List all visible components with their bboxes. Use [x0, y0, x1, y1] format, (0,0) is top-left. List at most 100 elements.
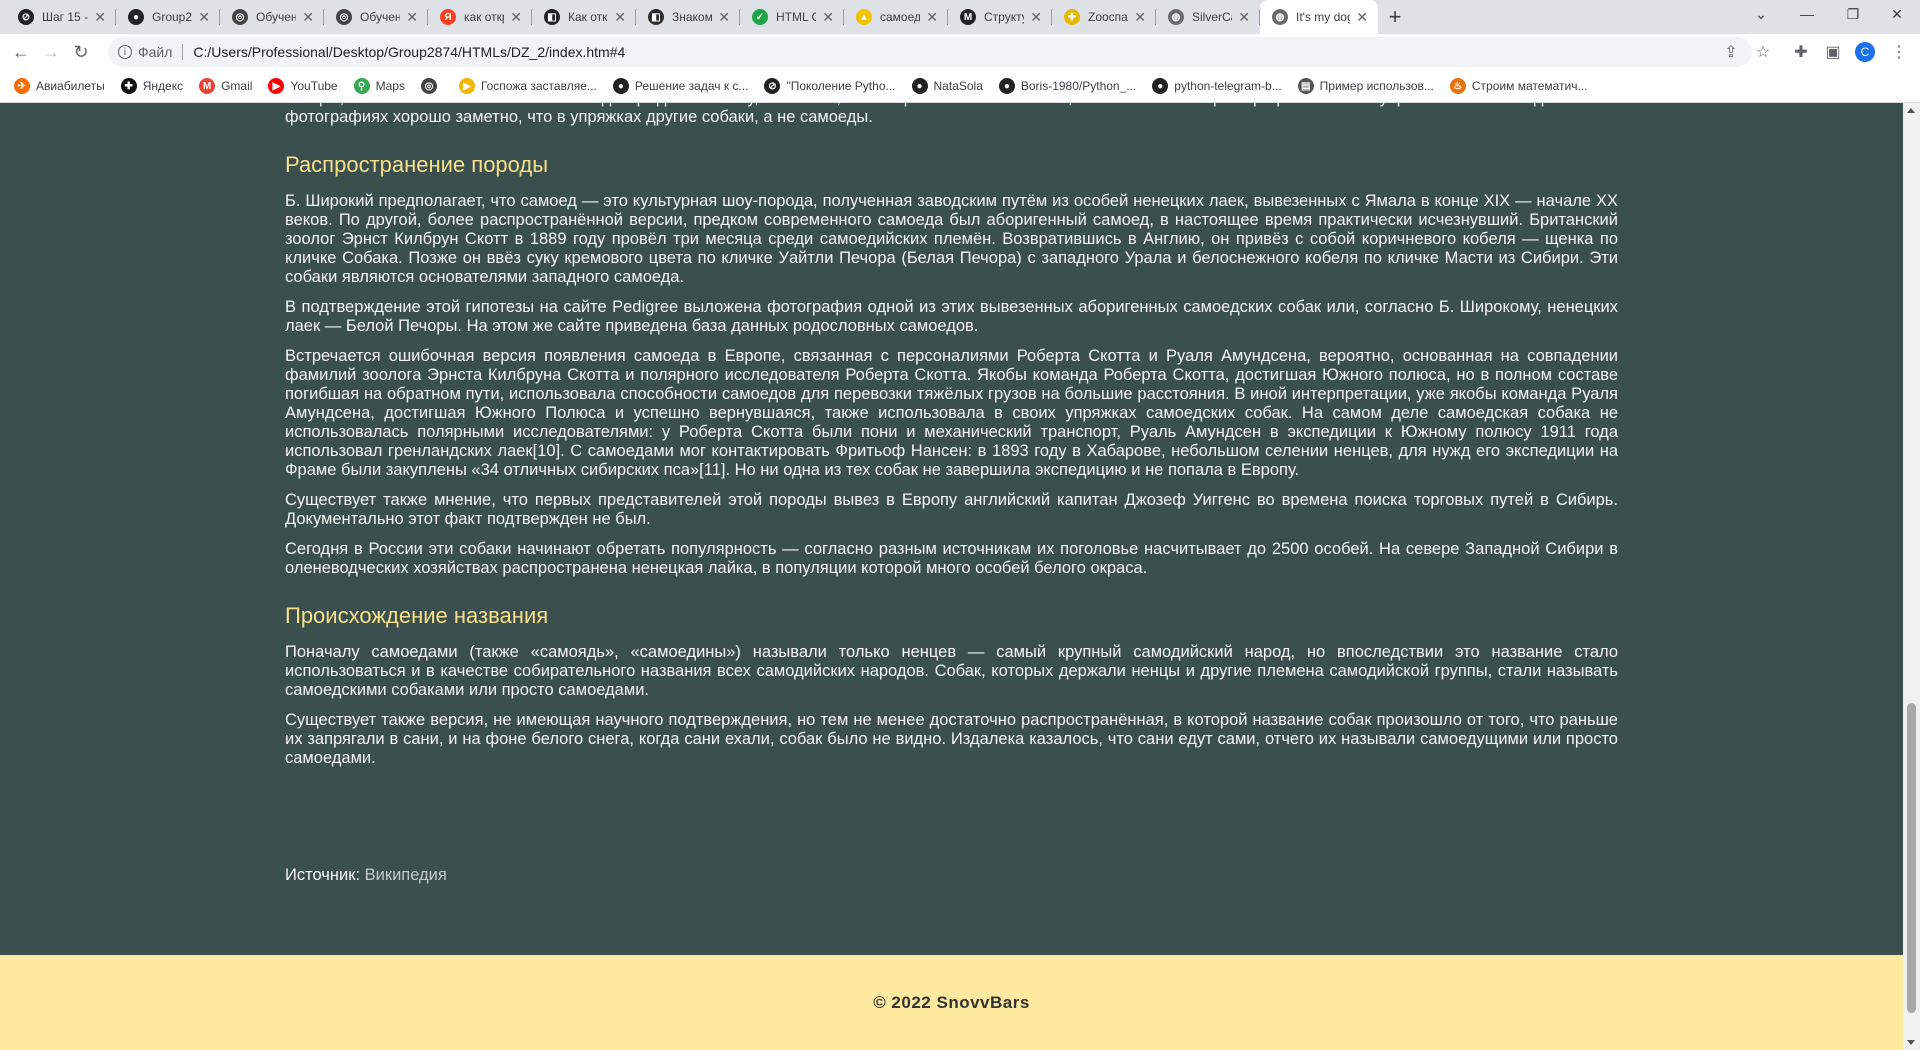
tab-title: Обучение	[360, 10, 401, 24]
side-panel-icon[interactable]: ▣	[1818, 34, 1848, 70]
bookmark-item-8[interactable]: ● Решение задач к с...	[605, 78, 757, 94]
menu-kebab-icon[interactable]: ⋮	[1884, 34, 1914, 70]
github-icon: ●	[612, 78, 629, 94]
site-icon: ◧	[544, 9, 560, 25]
scrollbar-thumb[interactable]	[1907, 703, 1916, 1013]
tab-title: Group2874	[152, 10, 193, 24]
close-tab-icon[interactable]: ✕	[822, 9, 834, 26]
bookmark-item-3[interactable]: M Gmail	[191, 78, 260, 94]
bookmark-item-13[interactable]: ▤ Пример использов...	[1290, 78, 1442, 94]
tab-title: HTML CSS	[776, 10, 817, 24]
play-icon: ▶	[458, 78, 475, 94]
globe-icon: ◍	[1272, 9, 1288, 25]
back-arrow-icon[interactable]: ←	[6, 37, 36, 67]
bookmark-item-2[interactable]: ✚ Яндекс	[113, 78, 191, 94]
bookmark-item-10[interactable]: ● NataSola	[904, 78, 991, 94]
footer-copyright: © 2022 SnovvBars	[873, 992, 1030, 1012]
close-tab-icon[interactable]: ✕	[302, 9, 314, 26]
bookmark-label: Яндекс	[142, 79, 184, 93]
forward-arrow-icon[interactable]: →	[36, 37, 66, 67]
reload-icon[interactable]: ↻	[66, 37, 96, 67]
browser-tab-2[interactable]: ● Group2874 ✕	[116, 0, 220, 34]
bookmark-item-6[interactable]: ◎	[413, 78, 451, 94]
minimize-button[interactable]: —	[1784, 0, 1830, 28]
source-link[interactable]: Википедия	[365, 866, 447, 884]
paragraph-spread-2: В подтверждение этой гипотезы на сайте P…	[285, 298, 1618, 335]
tab-strip: ⊘ Шаг 15 - Ло ✕ ● Group2874 ✕ ◎ Обучение ✕ ◎ Обуче…	[0, 0, 1920, 34]
browser-tab-13[interactable]: ◍ It's my dog ✕	[1260, 0, 1378, 34]
browser-tab-1[interactable]: ⊘ Шаг 15 - Ло ✕	[6, 0, 116, 34]
yandex-icon: Я	[440, 9, 456, 25]
url-text[interactable]: C:/Users/Professional/Desktop/Group2874/…	[193, 44, 625, 60]
bookmark-item-14[interactable]: ♨ Строим математич...	[1442, 78, 1596, 94]
bookmark-item-9[interactable]: ⊘ "Поколение Pytho...	[756, 78, 903, 94]
paragraph-spread-1: Б. Широкий предполагает, что самоед — эт…	[285, 192, 1618, 286]
paragraph-spread-3: Встречается ошибочная версия появления с…	[285, 347, 1618, 479]
browser-tab-7[interactable]: ◧ Знакомств ✕	[636, 0, 740, 34]
share-icon[interactable]: ⇪	[1716, 34, 1746, 70]
browser-tab-9[interactable]: ▲ самоед: 3 ✕	[844, 0, 948, 34]
tab-search-icon[interactable]: ⌄	[1738, 0, 1784, 28]
bookmark-item-5[interactable]: ⚲ Maps	[346, 78, 413, 94]
scheme-label: Файл	[138, 44, 173, 60]
browser-tab-8[interactable]: ✓ HTML CSS ✕	[740, 0, 844, 34]
close-tab-icon[interactable]: ✕	[94, 9, 106, 26]
close-tab-icon[interactable]: ✕	[614, 9, 626, 26]
browser-tab-12[interactable]: ◍ SilverCarus ✕	[1156, 0, 1260, 34]
globe-icon: ◍	[1168, 9, 1184, 25]
profile-avatar[interactable]: C	[1850, 34, 1880, 70]
bookmark-label: Boris-1980/Python_...	[1020, 79, 1137, 93]
image-icon: ▲	[856, 9, 872, 25]
github-icon: ●	[911, 78, 928, 94]
paragraph-spread-5: Сегодня в России эти собаки начинают обр…	[285, 540, 1618, 577]
bookmark-label: Авиабилеты	[36, 79, 105, 93]
close-tab-icon[interactable]: ✕	[1356, 9, 1368, 26]
browser-tab-4[interactable]: ◎ Обучение ✕	[324, 0, 428, 34]
close-tab-icon[interactable]: ✕	[510, 9, 522, 26]
bookmark-item-4[interactable]: ▶ YouTube	[260, 78, 345, 94]
bookmark-label: Госпожа заставляе...	[480, 79, 597, 93]
source-label: Источник:	[285, 866, 361, 884]
bookmark-label: YouTube	[290, 79, 338, 93]
youtube-icon: ▶	[268, 78, 285, 94]
bookmark-label: NataSola	[933, 79, 983, 93]
tab-title: Знакомств	[672, 10, 713, 24]
browser-tab-11[interactable]: ✚ Zooспас - ✕	[1052, 0, 1156, 34]
info-icon[interactable]: i	[118, 45, 132, 59]
bookmark-star-icon[interactable]: ☆	[1748, 34, 1778, 70]
close-window-button[interactable]: ✕	[1874, 0, 1920, 28]
bookmarks-bar: ✈ Авиабилеты ✚ Яндекс M Gmail ▶ YouTube ⚲ Maps ◎ ▶ Г…	[0, 70, 1920, 103]
bookmark-label: Решение задач к с...	[634, 79, 749, 93]
scroll-up-arrow-icon[interactable]	[1907, 108, 1915, 113]
close-tab-icon[interactable]: ✕	[926, 9, 938, 26]
close-tab-icon[interactable]: ✕	[1238, 9, 1250, 26]
restore-button[interactable]: ❐	[1830, 0, 1876, 28]
scroll-down-arrow-icon[interactable]	[1907, 1040, 1915, 1045]
close-tab-icon[interactable]: ✕	[406, 9, 418, 26]
browser-tab-5[interactable]: Якак открыт ✕	[428, 0, 532, 34]
extensions-icon[interactable]: ✚	[1786, 34, 1816, 70]
bookmark-item-11[interactable]: ● Boris-1980/Python_...	[991, 78, 1144, 94]
close-tab-icon[interactable]: ✕	[1134, 9, 1146, 26]
address-bar[interactable]: i Файл C:/Users/Professional/Desktop/Gro…	[108, 37, 1752, 67]
close-tab-icon[interactable]: ✕	[718, 9, 730, 26]
tab-title: SilverCarus	[1192, 10, 1232, 24]
github-icon: ●	[998, 78, 1015, 94]
github-icon: ●	[1152, 78, 1169, 94]
gmail-icon: M	[199, 78, 216, 94]
fire-icon: ♨	[1449, 78, 1466, 94]
close-tab-icon[interactable]: ✕	[198, 9, 210, 26]
bookmark-item-12[interactable]: ● python-telegram-b...	[1144, 78, 1289, 94]
paragraph-spread-4: Существует также мнение, что первых пред…	[285, 491, 1618, 528]
bookmark-item-1[interactable]: ✈ Авиабилеты	[6, 78, 113, 94]
new-tab-button[interactable]: +	[1378, 0, 1412, 34]
browser-tab-6[interactable]: ◧ Как открыт ✕	[532, 0, 636, 34]
close-tab-icon[interactable]: ✕	[1030, 9, 1042, 26]
browser-tab-10[interactable]: M Структура ✕	[948, 0, 1052, 34]
site-icon: ◧	[648, 9, 664, 25]
vertical-scrollbar[interactable]	[1903, 103, 1920, 1050]
bookmark-label: Maps	[375, 79, 405, 93]
bookmark-item-7[interactable]: ▶ Госпожа заставляе...	[451, 78, 605, 94]
profile-initial: C	[1855, 42, 1875, 62]
browser-tab-3[interactable]: ◎ Обучение ✕	[220, 0, 324, 34]
